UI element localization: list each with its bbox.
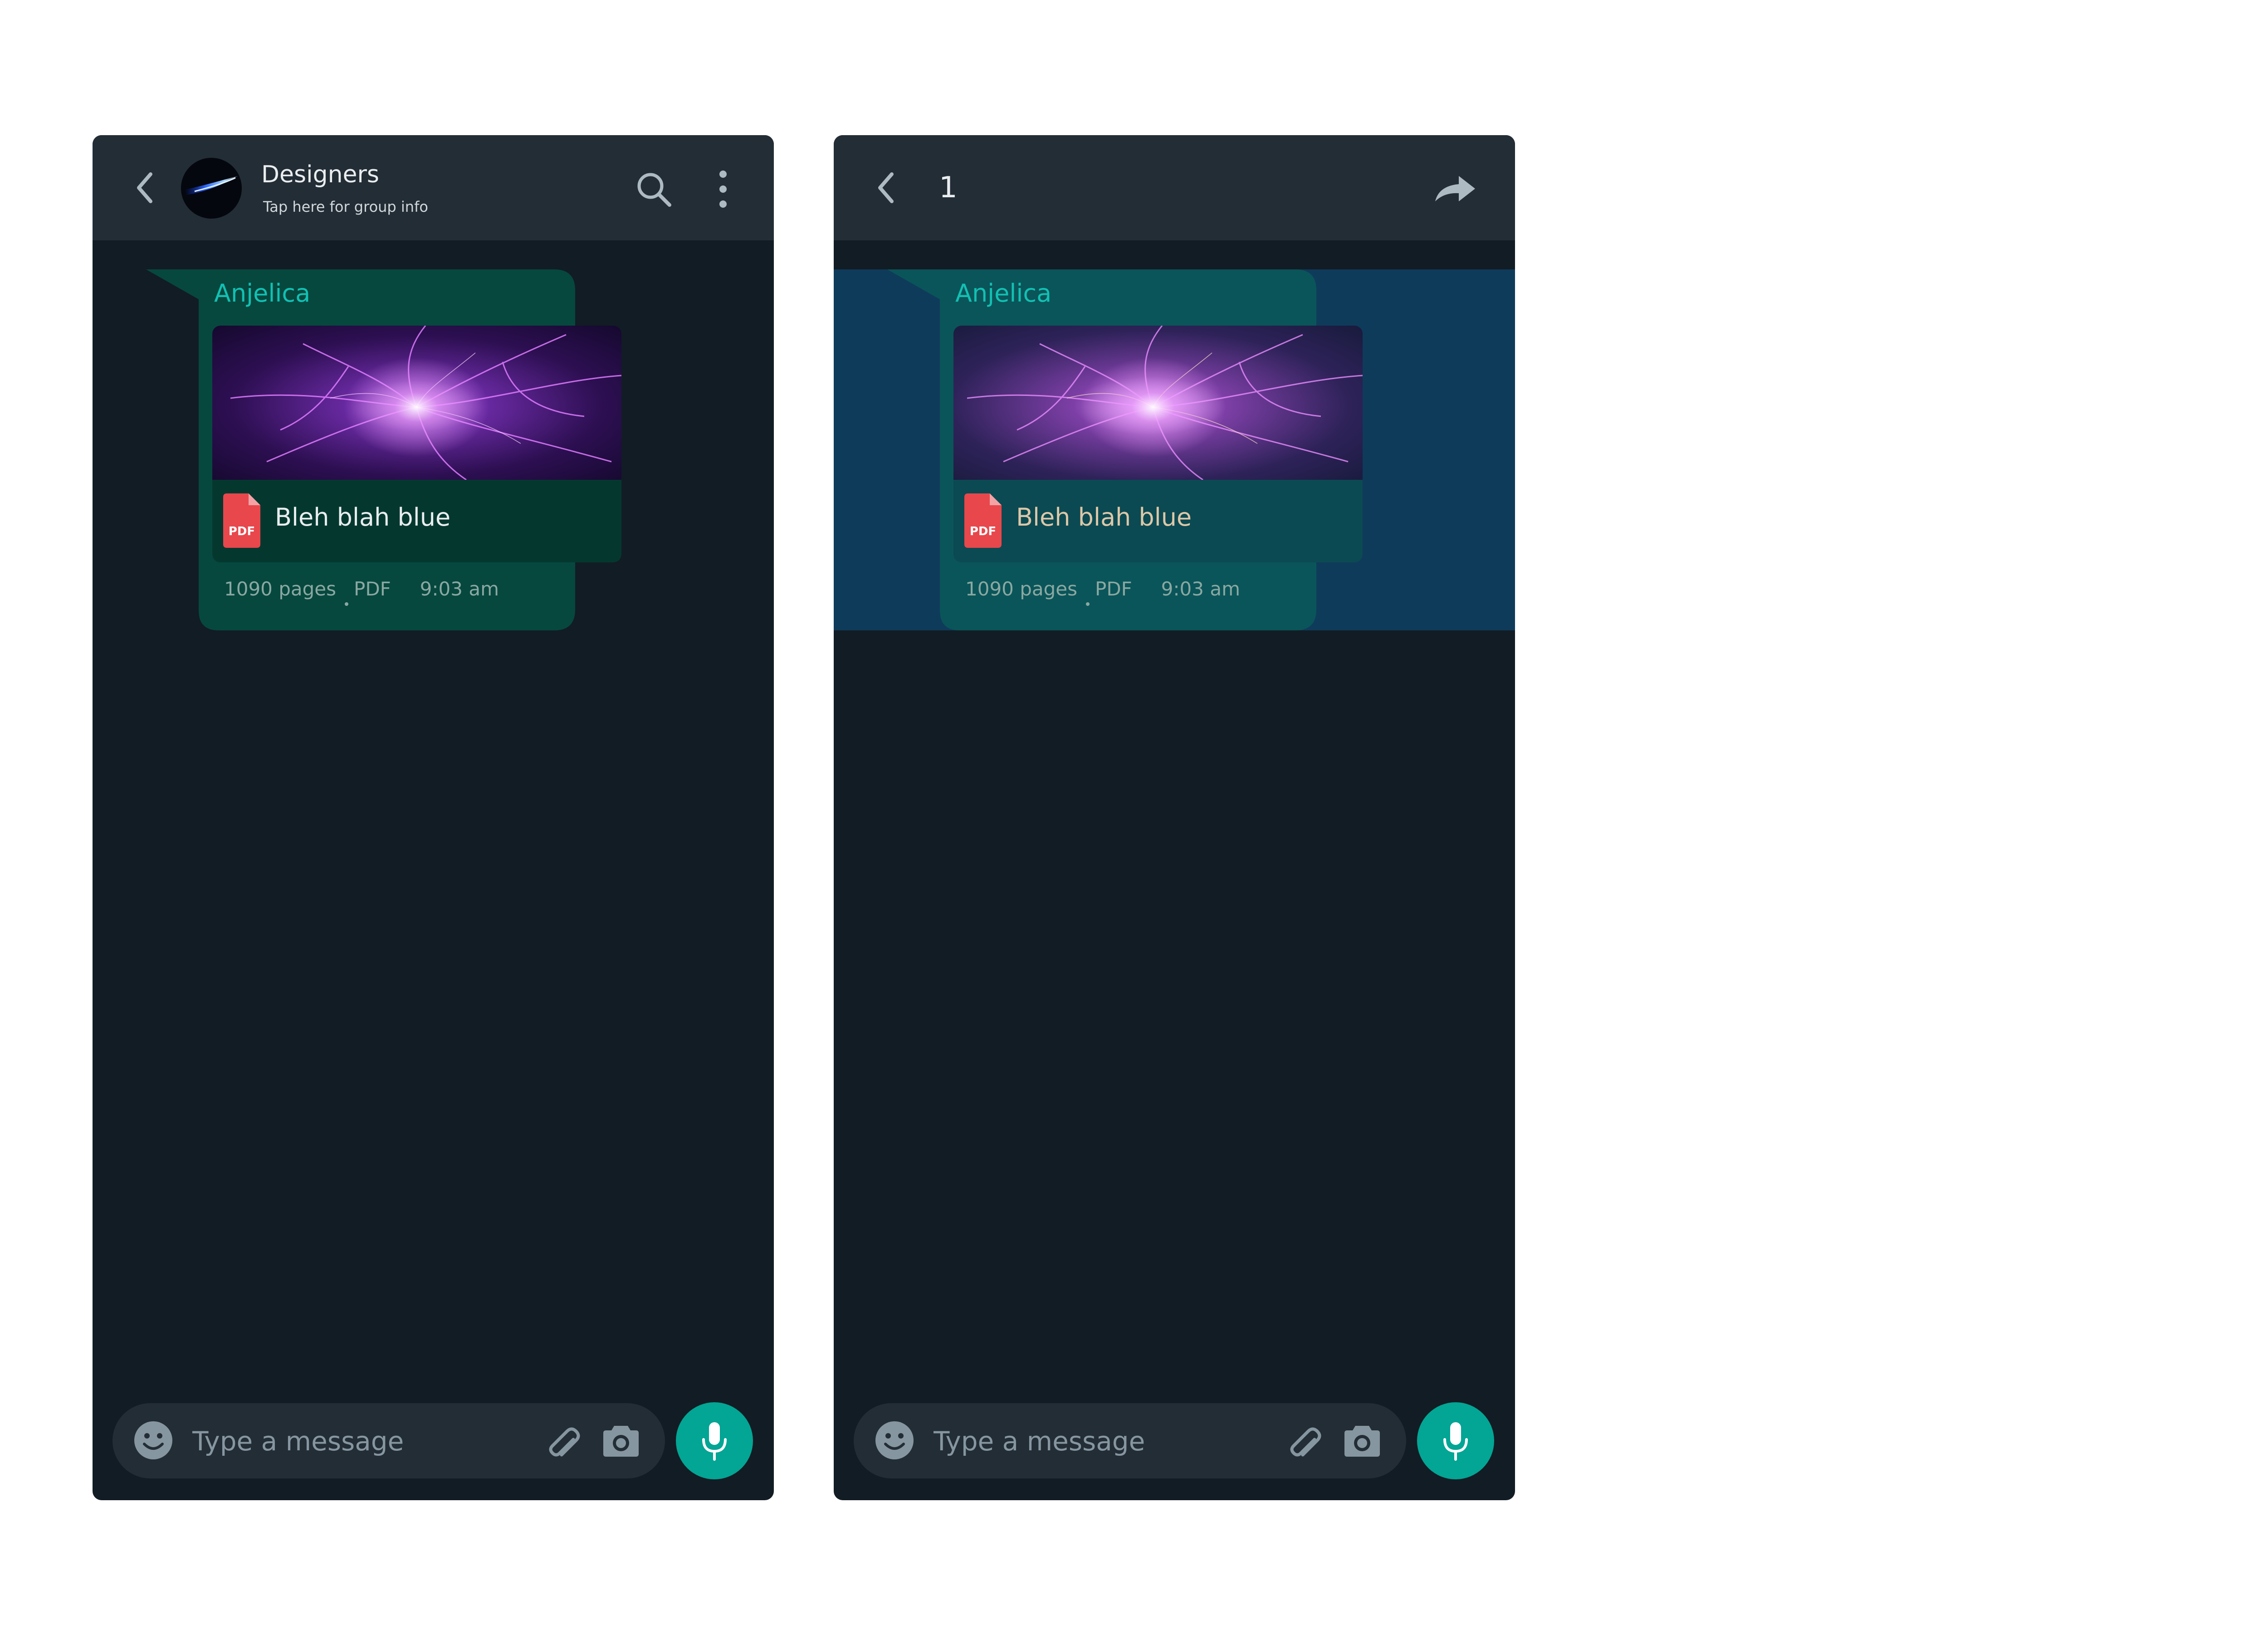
camera-icon[interactable] xyxy=(602,1423,640,1458)
document-name[interactable]: Bleh blah blue xyxy=(1016,501,1192,534)
message-time: 9:03 am xyxy=(1161,578,1240,600)
document-page-count: 1090 pages xyxy=(224,578,337,600)
voice-record-button[interactable] xyxy=(1417,1402,1494,1479)
emoji-icon[interactable] xyxy=(133,1420,173,1460)
search-icon[interactable] xyxy=(635,171,673,209)
mic-icon xyxy=(1443,1422,1468,1461)
pdf-badge-label: PDF xyxy=(229,525,255,538)
chevron-left-icon[interactable] xyxy=(874,170,899,206)
selection-header: 1 xyxy=(834,135,1515,240)
camera-icon[interactable] xyxy=(1344,1423,1381,1458)
sender-name[interactable]: Anjelica xyxy=(214,277,310,310)
forward-icon[interactable] xyxy=(1432,173,1478,205)
pdf-file-icon: PDF xyxy=(964,493,1002,548)
message-input[interactable] xyxy=(192,1419,519,1463)
message-composer xyxy=(854,1403,1406,1478)
document-page-count: 1090 pages xyxy=(965,578,1078,600)
message-time: 9:03 am xyxy=(420,578,499,600)
mic-icon xyxy=(702,1422,727,1461)
meta-separator xyxy=(345,602,348,606)
chat-subtitle[interactable]: Tap here for group info xyxy=(263,197,428,217)
selected-count: 1 xyxy=(939,171,958,205)
document-name[interactable]: Bleh blah blue xyxy=(275,501,450,534)
document-extension: PDF xyxy=(354,578,391,600)
pdf-file-icon: PDF xyxy=(223,493,260,548)
chat-title[interactable]: Designers xyxy=(261,159,379,190)
voice-record-button[interactable] xyxy=(676,1402,753,1479)
document-info-row[interactable]: PDF Bleh blah blue xyxy=(212,480,621,562)
more-vertical-icon[interactable] xyxy=(717,169,729,210)
document-preview-image xyxy=(953,326,1363,480)
document-attachment[interactable]: PDF Bleh blah blue xyxy=(953,326,1363,562)
message-input[interactable] xyxy=(934,1419,1260,1463)
chat-screen: Designers Tap here for group info Anjeli… xyxy=(93,135,774,1500)
document-extension: PDF xyxy=(1095,578,1132,600)
avatar[interactable] xyxy=(181,158,242,219)
message-composer xyxy=(112,1403,665,1478)
document-info-row[interactable]: PDF Bleh blah blue xyxy=(953,480,1363,562)
chevron-left-icon[interactable] xyxy=(132,170,158,206)
paperclip-icon[interactable] xyxy=(543,1421,582,1460)
document-preview-image xyxy=(212,326,621,480)
meta-separator xyxy=(1086,602,1090,606)
chat-header: Designers Tap here for group info xyxy=(93,135,774,240)
pdf-badge-label: PDF xyxy=(970,525,996,538)
sender-name[interactable]: Anjelica xyxy=(955,277,1051,310)
message-bubble[interactable]: Anjelica PDF Bleh blah blue 1090 pages P… xyxy=(146,269,621,630)
document-attachment[interactable]: PDF Bleh blah blue xyxy=(212,326,621,562)
message-bubble-selected[interactable]: Anjelica PDF Bleh blah blue 1090 pages P… xyxy=(887,269,1363,630)
chat-screen-selection-mode: 1 Anjelica PDF Bleh blah blue 1090 pages… xyxy=(834,135,1515,1500)
emoji-icon[interactable] xyxy=(875,1420,914,1460)
paperclip-icon[interactable] xyxy=(1285,1421,1324,1460)
